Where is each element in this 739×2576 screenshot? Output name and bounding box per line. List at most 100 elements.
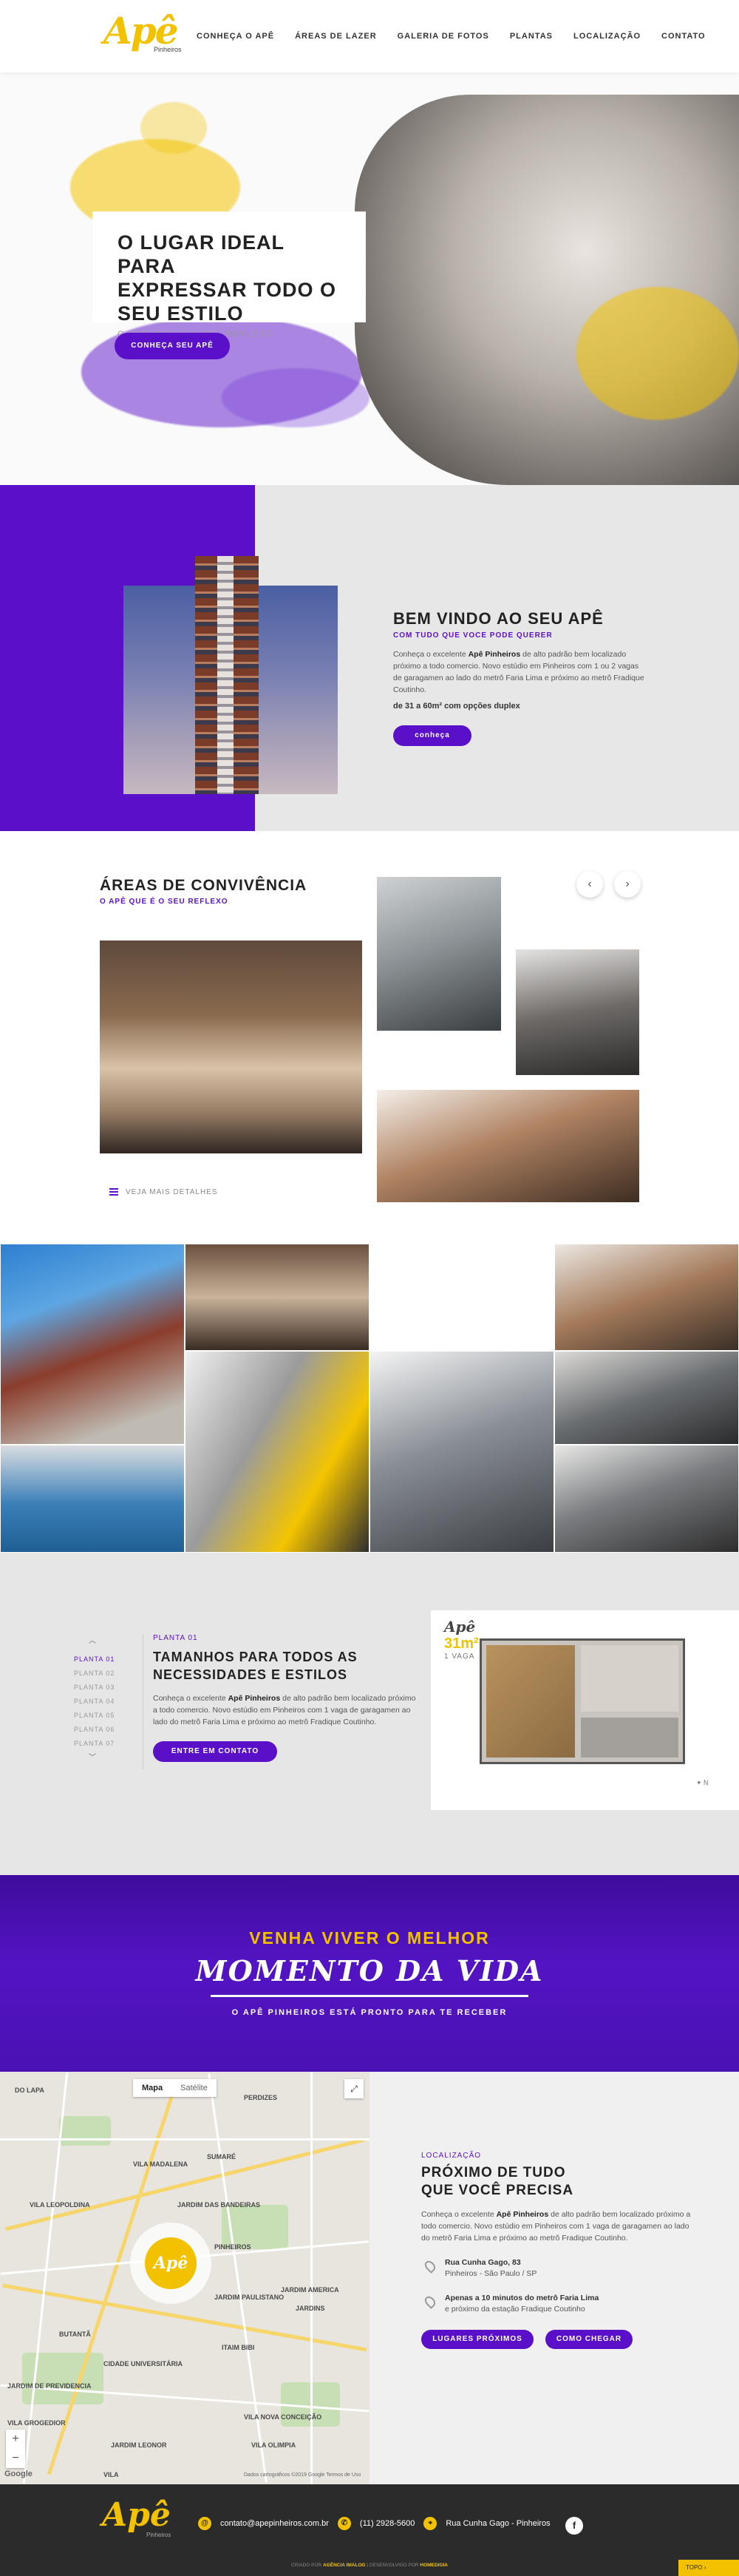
credit-agency[interactable]: AGÊNCIA IMALOG	[323, 2563, 366, 2568]
yellow-splash	[576, 287, 739, 420]
metro-main: Apenas a 10 minutos do metrô Faria Lima	[445, 2294, 599, 2302]
floor-plan-card[interactable]: Apê 31m² 1 VAGA ✦ N	[431, 1610, 739, 1810]
brush-stroke	[211, 1995, 528, 1997]
dining-photo[interactable]	[377, 1090, 639, 1202]
google-map[interactable]: DO LAPA VILA LEOPOLDINA PERDIZES SUMARÉ …	[0, 2072, 370, 2484]
credit-text: | DESENVOLVIDO POR	[365, 2563, 420, 2568]
nav-link-contato[interactable]: CONTATO	[661, 32, 706, 41]
nav-link-localizacao[interactable]: LOCALIZAÇÃO	[573, 32, 641, 41]
map-label: VILA	[103, 2471, 119, 2478]
living-room-photo[interactable]	[100, 940, 362, 1153]
back-to-top-button[interactable]: TOPO ›	[678, 2560, 739, 2576]
gallery-photo[interactable]	[0, 1445, 185, 1553]
map-label: VILA GROGEDIOR	[7, 2419, 66, 2427]
bathroom-photo[interactable]	[377, 877, 501, 1031]
plant-list: ︿ PLANTA 01 PLANTA 02 PLANTA 03 PLANTA 0…	[74, 1634, 144, 1769]
credit-text: CRIADO POR	[291, 2563, 324, 2568]
map-terms[interactable]: Dados cartográficos ©2019 Google Termos …	[244, 2472, 361, 2478]
plant-item[interactable]: PLANTA 03	[74, 1681, 115, 1695]
map-label: JARDIM PAULISTANO	[214, 2294, 285, 2301]
welcome-button[interactable]: conheça	[393, 725, 471, 746]
gallery-photo[interactable]	[185, 1244, 370, 1351]
hero-section: O LUGAR IDEAL PARA EXPRESSAR TODO O SEU …	[0, 72, 739, 485]
map-pin-icon	[423, 2259, 437, 2274]
gallery-photo[interactable]	[0, 1244, 185, 1445]
site-header: Apê Pinheiros CONHEÇA O APÊ ÁREAS DE LAZ…	[0, 0, 739, 72]
map-road	[208, 2073, 268, 2483]
nearby-places-button[interactable]: LUGARES PRÓXIMOS	[421, 2330, 534, 2349]
location-marker[interactable]: Apê	[130, 2223, 211, 2304]
details-link[interactable]: VEJA MAIS DETALHES	[109, 1188, 218, 1196]
map-label: PINHEIROS	[214, 2243, 251, 2251]
banner-line-1: VENHA VIVER O MELHOR	[249, 1928, 490, 1948]
areas-title: ÁREAS DE CONVIVÊNCIA	[100, 877, 307, 894]
nav-link-galeria[interactable]: GALERIA DE FOTOS	[398, 32, 489, 41]
kitchen-photo[interactable]	[516, 949, 639, 1075]
footer-logo[interactable]: Apê	[102, 2496, 171, 2534]
fullscreen-icon[interactable]: ⤢	[344, 2079, 364, 2098]
chevron-up-icon[interactable]: ︿	[89, 1634, 115, 1645]
location-kicker: LOCALIZAÇÃO	[421, 2152, 482, 2160]
footer-contacts: @ contato@apepinheiros.com.br ✆ (11) 292…	[198, 2517, 551, 2530]
gallery-photo[interactable]	[554, 1244, 739, 1351]
footer-phone[interactable]: (11) 2928-5600	[360, 2519, 415, 2528]
map-label: VILA LEOPOLDINA	[30, 2201, 90, 2209]
address-row: Rua Cunha Gago, 83 Pinheiros - São Paulo …	[421, 2257, 695, 2280]
plan-area: 31m²	[444, 1636, 479, 1652]
site-logo[interactable]: Apê Pinheiros	[103, 9, 182, 61]
footer-email[interactable]: contato@apepinheiros.com.br	[220, 2519, 329, 2528]
carousel-next-button[interactable]: ›	[614, 871, 641, 898]
facebook-icon[interactable]: f	[565, 2517, 583, 2535]
plan-badge: Apê 31m² 1 VAGA	[444, 1618, 479, 1661]
plant-item[interactable]: PLANTA 02	[74, 1667, 115, 1681]
map-label: JARDIM DE PREVIDENCIA	[7, 2382, 92, 2390]
plant-item[interactable]: PLANTA 01	[74, 1653, 115, 1667]
gallery-photo[interactable]	[185, 1351, 370, 1553]
areas-subtitle: O APÊ QUE É O SEU REFLEXO	[100, 898, 228, 906]
carousel-prev-button[interactable]: ‹	[576, 871, 603, 898]
map-label: BUTANTÃ	[59, 2331, 91, 2338]
map-label: PERDIZES	[244, 2094, 278, 2101]
zoom-in-button[interactable]: +	[6, 2430, 25, 2449]
plants-section: ︿ PLANTA 01 PLANTA 02 PLANTA 03 PLANTA 0…	[0, 1553, 739, 1875]
hero-card: O LUGAR IDEAL PARA EXPRESSAR TODO O SEU …	[92, 211, 366, 339]
map-label: VILA MADALENA	[133, 2160, 188, 2168]
address-text: Rua Cunha Gago, 83 Pinheiros - São Paulo …	[445, 2257, 537, 2280]
credit-developer[interactable]: HOMEDIGIA	[420, 2563, 448, 2568]
zoom-controls: + −	[6, 2430, 25, 2468]
directions-button[interactable]: COMO CHEGAR	[545, 2330, 633, 2349]
tower-image	[195, 556, 259, 794]
marker-logo: Apê	[145, 2237, 197, 2289]
location-buttons: LUGARES PRÓXIMOS COMO CHEGAR	[421, 2330, 695, 2349]
tab-map[interactable]: Mapa	[133, 2079, 171, 2097]
location-content: LOCALIZAÇÃO PRÓXIMO DE TUDO QUE VOCÊ PRE…	[421, 2152, 695, 2349]
banner-line-2: MOMENTO DA VIDA	[195, 1954, 544, 1987]
plant-item[interactable]: PLANTA 07	[74, 1737, 115, 1751]
map-label: JARDIM DAS BANDEIRAS	[177, 2201, 261, 2209]
zoom-out-button[interactable]: −	[6, 2449, 25, 2468]
nav-link-conheca[interactable]: CONHEÇA O APÊ	[197, 32, 274, 41]
gallery-photo[interactable]	[554, 1351, 739, 1445]
phone-icon: ✆	[337, 2517, 351, 2530]
welcome-content: BEM VINDO AO SEU APÊ COM TUDO QUE VOCE P…	[393, 609, 644, 746]
nav-link-areas[interactable]: ÁREAS DE LAZER	[295, 32, 377, 41]
hero-cta-button[interactable]: CONHEÇA SEU APÊ	[115, 333, 230, 359]
plant-item[interactable]: PLANTA 05	[74, 1709, 115, 1723]
plant-item[interactable]: PLANTA 06	[74, 1723, 115, 1737]
welcome-text-start: Conheça o excelente	[393, 650, 469, 659]
map-label: VILA NOVA CONCEIÇÃO	[244, 2413, 322, 2421]
chevron-down-icon[interactable]: ﹀	[89, 1751, 115, 1762]
plan-room-balcony	[581, 1718, 678, 1758]
plan-room-bedroom	[581, 1645, 678, 1712]
plant-item[interactable]: PLANTA 04	[74, 1695, 115, 1709]
main-nav: CONHEÇA O APÊ ÁREAS DE LAZER GALERIA DE …	[197, 32, 706, 41]
plan-parking: 1 VAGA	[444, 1653, 475, 1661]
areas-heading: ÁREAS DE CONVIVÊNCIA O APÊ QUE É O SEU R…	[100, 877, 307, 906]
nav-link-plantas[interactable]: PLANTAS	[510, 32, 553, 41]
email-icon: @	[198, 2517, 211, 2530]
tab-satellite[interactable]: Satélite	[171, 2079, 217, 2097]
gallery-photo[interactable]	[554, 1445, 739, 1553]
contact-button[interactable]: ENTRE EM CONTATO	[153, 1741, 277, 1762]
gallery-photo[interactable]	[370, 1351, 554, 1553]
welcome-section: BEM VINDO AO SEU APÊ COM TUDO QUE VOCE P…	[0, 485, 739, 831]
